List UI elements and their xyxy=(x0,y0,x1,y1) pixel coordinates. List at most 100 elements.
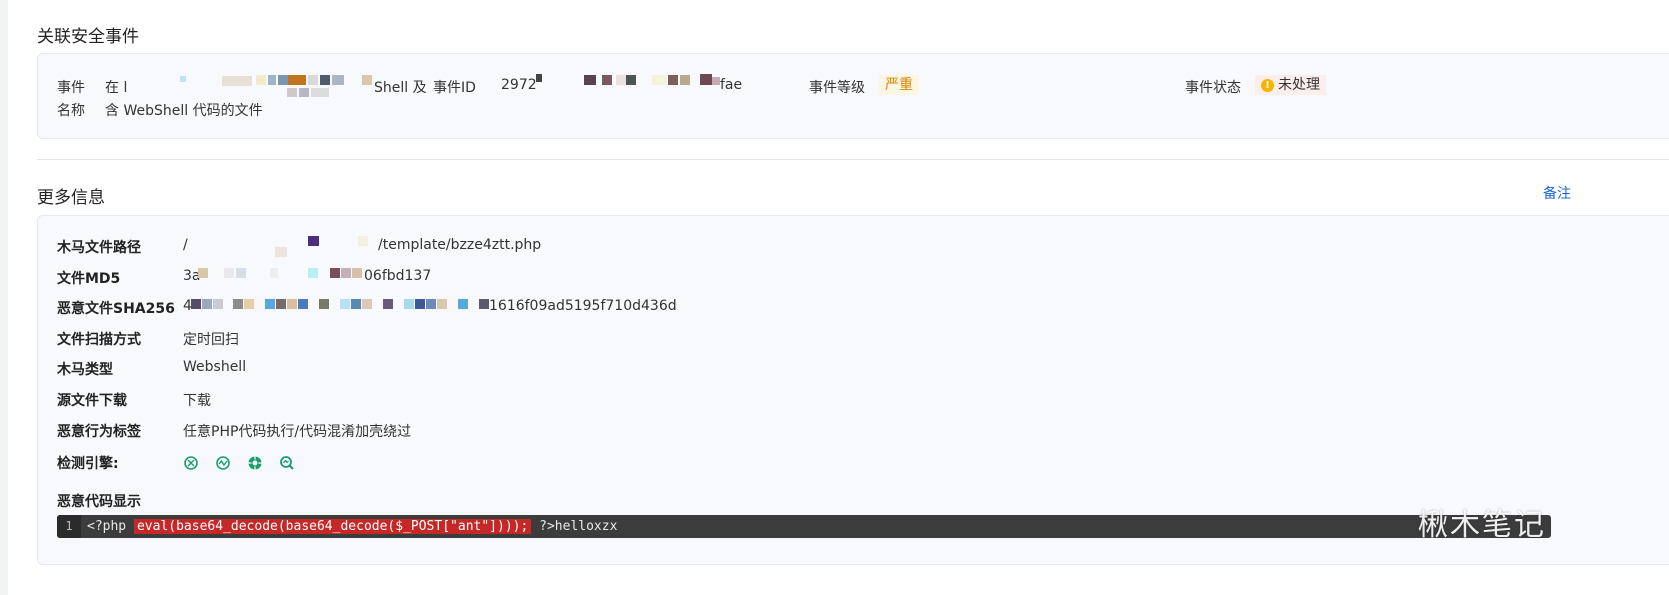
redaction-mosaic xyxy=(311,88,329,97)
malicious-code-label: 恶意代码显示 xyxy=(57,494,141,510)
event-id-end: fae xyxy=(720,77,743,93)
redaction-mosaic xyxy=(362,75,372,85)
redaction-mosaic xyxy=(308,268,318,278)
remark-link[interactable]: 备注 xyxy=(1543,183,1571,203)
event-status-value: 未处理 xyxy=(1278,77,1320,93)
redaction-mosaic xyxy=(626,75,636,85)
trojan-type-value: Webshell xyxy=(183,359,247,375)
event-name-label-2: 名称 xyxy=(57,103,85,119)
event-id-start: 2972 xyxy=(501,77,537,93)
redaction-mosaic xyxy=(383,299,393,309)
event-name-label-1: 事件 xyxy=(57,80,85,96)
redaction-mosaic xyxy=(652,75,666,85)
redaction-mosaic xyxy=(319,299,329,309)
redaction-mosaic xyxy=(222,76,252,86)
redaction-mosaic xyxy=(437,299,447,309)
event-name-line-1-end: Shell 及 xyxy=(374,80,427,96)
redaction-mosaic xyxy=(352,268,362,278)
redaction-mosaic xyxy=(616,75,626,85)
watermark: 楸木笔记 xyxy=(1418,508,1546,543)
redaction-mosaic xyxy=(320,75,330,85)
trojan-path-value-start: / xyxy=(183,237,188,253)
redaction-mosaic xyxy=(191,299,201,309)
redaction-mosaic xyxy=(602,75,612,85)
event-status-label: 事件状态 xyxy=(1185,80,1241,96)
code-highlight: eval(base64_decode(base64_decode($_POST[… xyxy=(133,519,532,534)
redaction-mosaic xyxy=(288,75,306,85)
event-level-label: 事件等级 xyxy=(809,80,865,96)
redaction-mosaic xyxy=(584,75,596,85)
redaction-mosaic xyxy=(236,268,246,278)
sha256-label: 恶意文件SHA256 xyxy=(57,301,175,317)
trojan-path-label: 木马文件路径 xyxy=(57,240,141,256)
redaction-mosaic xyxy=(308,75,318,85)
redaction-mosaic xyxy=(680,75,690,85)
redaction-mosaic xyxy=(700,74,712,85)
redaction-mosaic xyxy=(479,299,489,309)
code-suffix: ?>helloxzx xyxy=(531,519,618,534)
source-download-link[interactable]: 下载 xyxy=(183,390,211,410)
redaction-mosaic xyxy=(351,299,361,309)
detection-engines-label: 检测引擎: xyxy=(57,456,119,472)
redaction-mosaic xyxy=(198,268,208,278)
code-prefix: <?php xyxy=(87,519,134,534)
redaction-mosaic xyxy=(275,247,287,257)
redaction-mosaic xyxy=(426,299,436,309)
malicious-tags-value: 任意PHP代码执行/代码混淆加壳绕过 xyxy=(183,424,412,440)
warning-icon: ! xyxy=(1261,78,1274,92)
malicious-tags-label: 恶意行为标签 xyxy=(57,424,141,440)
related-events-title: 关联安全事件 xyxy=(37,27,139,47)
redaction-mosaic xyxy=(299,88,309,97)
redaction-mosaic xyxy=(712,77,720,85)
md5-label: 文件MD5 xyxy=(57,271,121,287)
section-divider xyxy=(37,159,1669,160)
event-name-line-2: 含 WebShell 代码的文件 xyxy=(105,103,263,119)
trojan-path-value-end: /template/bzze4ztt.php xyxy=(378,237,542,253)
redaction-mosaic xyxy=(278,75,288,85)
redaction-mosaic xyxy=(404,299,414,309)
redaction-mosaic xyxy=(265,299,275,309)
redaction-mosaic xyxy=(362,299,372,309)
engine-4-icon[interactable] xyxy=(279,455,295,471)
event-id-label: 事件ID xyxy=(433,80,476,96)
redaction-mosaic xyxy=(202,299,212,309)
md5-value-end: 06fbd137 xyxy=(364,268,432,284)
code-line: <?php eval(base64_decode(base64_decode($… xyxy=(87,515,617,538)
redaction-mosaic xyxy=(458,299,468,309)
redaction-mosaic xyxy=(536,74,542,82)
event-name-line-1-start: 在 l xyxy=(105,80,128,96)
redaction-mosaic xyxy=(244,299,254,309)
redaction-mosaic xyxy=(340,299,350,309)
trojan-type-label: 木马类型 xyxy=(57,362,113,378)
redaction-mosaic xyxy=(415,299,425,309)
redaction-mosaic xyxy=(341,268,351,278)
source-download-label: 源文件下载 xyxy=(57,393,127,409)
redaction-mosaic xyxy=(308,236,319,246)
redaction-mosaic xyxy=(358,236,368,246)
event-level-badge: 严重 xyxy=(879,75,919,95)
scan-method-label: 文件扫描方式 xyxy=(57,332,141,348)
engine-3-icon[interactable] xyxy=(247,455,263,471)
code-viewer[interactable]: 1 <?php eval(base64_decode(base64_decode… xyxy=(57,515,1551,538)
redaction-mosaic xyxy=(224,268,234,278)
engine-2-icon[interactable] xyxy=(215,455,231,471)
redaction-mosaic xyxy=(668,75,678,85)
redaction-mosaic xyxy=(270,268,278,278)
event-status-badge: ! 未处理 xyxy=(1255,75,1326,95)
redaction-mosaic xyxy=(332,75,344,85)
left-rail xyxy=(0,0,8,595)
engine-1-icon[interactable] xyxy=(183,455,199,471)
redaction-mosaic xyxy=(233,299,243,309)
redaction-mosaic xyxy=(276,299,286,309)
redaction-mosaic xyxy=(287,299,297,309)
sha256-value-end: 1616f09ad5195f710d436d xyxy=(489,298,677,314)
redaction-mosaic xyxy=(256,75,266,85)
redaction-mosaic xyxy=(298,299,308,309)
redaction-mosaic xyxy=(330,268,340,278)
detection-engines xyxy=(183,455,295,471)
scan-method-value: 定时回扫 xyxy=(183,332,239,348)
redaction-mosaic xyxy=(180,76,186,82)
more-info-title: 更多信息 xyxy=(37,188,105,208)
redaction-mosaic xyxy=(213,299,223,309)
redaction-mosaic xyxy=(268,75,276,85)
